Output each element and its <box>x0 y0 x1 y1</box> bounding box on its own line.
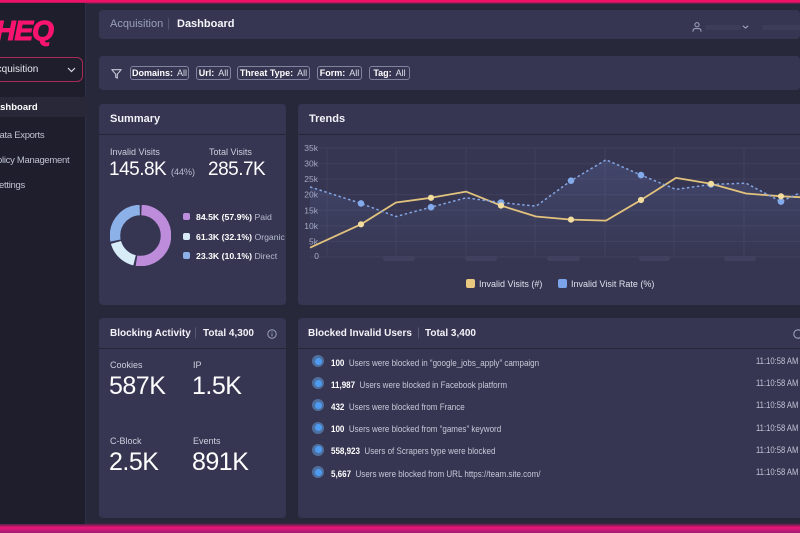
svg-text:30k: 30k <box>304 159 318 169</box>
svg-text:35k: 35k <box>304 143 318 153</box>
svg-text:25k: 25k <box>304 174 318 184</box>
